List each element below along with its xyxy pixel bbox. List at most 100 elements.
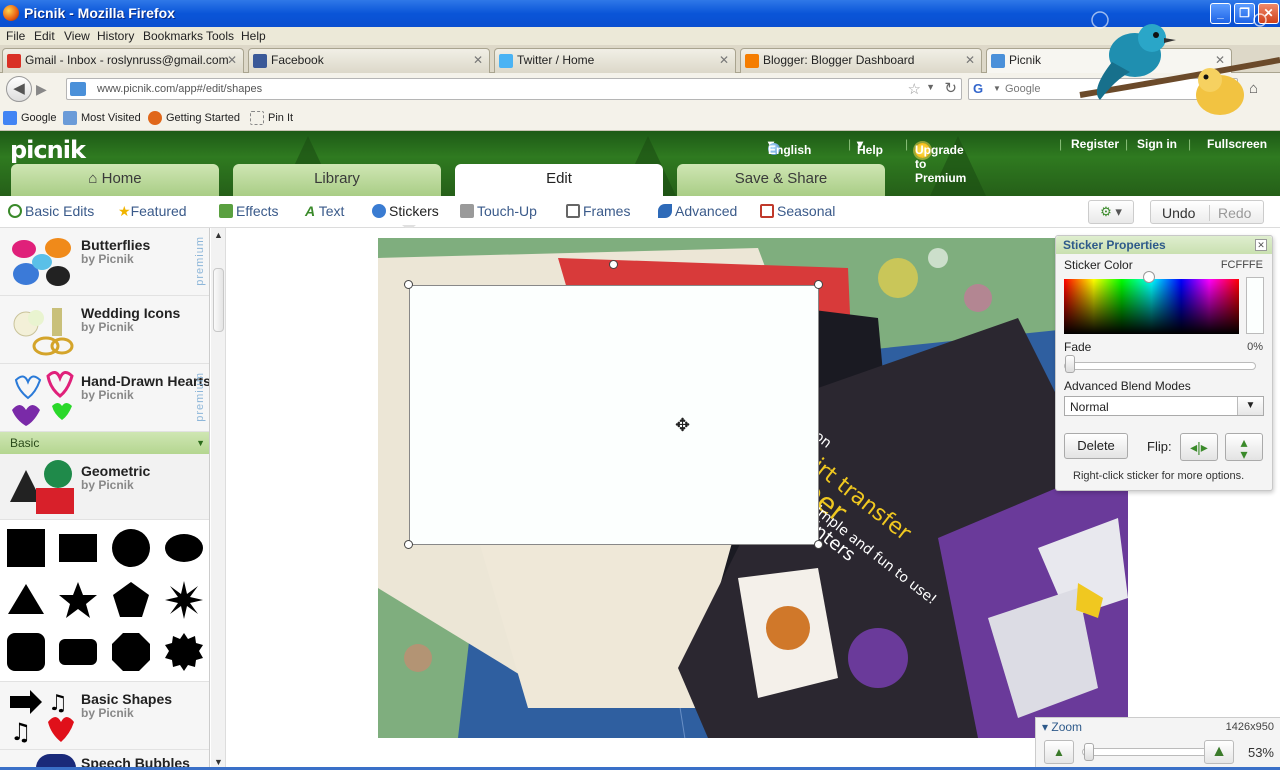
sticker-pack-hand-drawn-hearts[interactable]: Hand-Drawn Hearts! by Picnik premium (0, 364, 209, 432)
home-icon[interactable]: ⌂ (1249, 80, 1258, 97)
url-dropdown-icon[interactable]: ▼ (926, 82, 935, 92)
redo-button[interactable]: Redo (1209, 205, 1251, 221)
square-shape[interactable] (6, 528, 46, 568)
tab-blogger[interactable]: Blogger: Blogger Dashboard ✕ (740, 48, 982, 73)
tab-close-icon[interactable]: ✕ (719, 49, 729, 71)
scroll-up-arrow-icon[interactable]: ▲ (214, 230, 223, 240)
resize-handle[interactable] (814, 540, 823, 549)
scroll-down-arrow-icon[interactable]: ▼ (214, 757, 223, 767)
picnik-logo[interactable]: picnik (10, 136, 86, 164)
triangle-shape[interactable] (6, 580, 46, 620)
search-icon[interactable]: ⚲ (1221, 80, 1231, 97)
tab-library[interactable]: Library (233, 164, 441, 196)
minimize-button[interactable]: _ (1210, 3, 1231, 24)
back-button[interactable]: ◀ (6, 76, 32, 102)
tab-gmail[interactable]: Gmail - Inbox - roslynruss@gmail.com ✕ (2, 48, 244, 73)
starburst-shape[interactable] (164, 580, 204, 620)
subnav-touch-up[interactable]: Touch-Up (460, 203, 537, 219)
help-menu[interactable]: Help ▾ (857, 137, 883, 157)
zoom-label[interactable]: ▾ Zoom (1042, 720, 1082, 734)
subnav-frames[interactable]: Frames (566, 203, 630, 219)
menu-edit[interactable]: Edit (34, 29, 55, 43)
tab-close-icon[interactable]: ✕ (227, 49, 237, 71)
tab-save-share[interactable]: Save & Share (677, 164, 885, 196)
tab-close-icon[interactable]: ✕ (1215, 49, 1225, 71)
tab-close-icon[interactable]: ✕ (965, 49, 975, 71)
subnav-featured[interactable]: ★Featured (118, 203, 187, 220)
search-bar[interactable]: G ▼ Google ⚲ (968, 78, 1238, 100)
color-spectrum-picker[interactable] (1064, 279, 1239, 334)
zoom-out-button[interactable]: ▲ (1044, 740, 1074, 764)
sticker-pack-butterflies[interactable]: Butterflies by Picnik premium (0, 228, 209, 296)
menu-file[interactable]: File (6, 29, 25, 43)
color-swatch[interactable] (1246, 277, 1264, 334)
menu-history[interactable]: History (97, 29, 134, 43)
fade-slider-knob[interactable] (1065, 355, 1075, 373)
tab-close-icon[interactable]: ✕ (473, 49, 483, 71)
menu-help[interactable]: Help (241, 29, 266, 43)
octagon-shape[interactable] (111, 632, 151, 672)
tab-picnik[interactable]: Picnik ✕ (986, 48, 1232, 74)
bookmark-star-icon[interactable]: ☆ (908, 80, 921, 98)
rotate-handle[interactable] (609, 260, 618, 269)
url-bar[interactable]: www.picnik.com/app#/edit/shapes ☆ ▼ ↻ (66, 78, 962, 100)
section-basic-header[interactable]: Basic ▼ (0, 432, 209, 454)
tab-facebook[interactable]: Facebook ✕ (248, 48, 490, 73)
selected-sticker-rectangle[interactable] (409, 285, 819, 545)
collapse-arrow-icon[interactable]: ▼ (196, 432, 205, 454)
search-engine-dropdown-icon[interactable]: ▼ (993, 84, 1001, 93)
subnav-text[interactable]: A Text (305, 203, 344, 219)
tab-twitter[interactable]: Twitter / Home ✕ (494, 48, 736, 73)
language-menu[interactable]: English ▾ (768, 137, 811, 157)
scrollbar-thumb[interactable] (213, 268, 224, 332)
subnav-seasonal[interactable]: Seasonal (760, 203, 835, 219)
close-panel-icon[interactable]: ✕ (1255, 239, 1267, 251)
site-identity-icon[interactable] (70, 82, 86, 96)
sticker-pack-basic-shapes[interactable]: ♫ ♫ Basic Shapes by Picnik (0, 682, 209, 750)
pentagon-shape[interactable] (111, 580, 151, 620)
register-link[interactable]: Register (1071, 137, 1119, 151)
delete-button[interactable]: Delete (1064, 433, 1128, 459)
subnav-stickers[interactable]: Stickers (372, 203, 439, 219)
subnav-effects[interactable]: Effects (219, 203, 279, 219)
settings-button[interactable]: ⚙ ▾ (1088, 200, 1134, 224)
flip-horizontal-button[interactable]: ◂|▸ (1180, 433, 1218, 461)
rounded-rectangle-shape[interactable] (58, 632, 98, 672)
google-search-engine-icon[interactable]: G (973, 81, 983, 96)
circle-shape[interactable] (111, 528, 151, 568)
tab-home[interactable]: ⌂ Home (11, 164, 219, 196)
bookmark-google[interactable]: Google (3, 111, 56, 125)
ellipse-shape[interactable] (164, 528, 204, 568)
sticker-pack-wedding-icons[interactable]: Wedding Icons by Picnik (0, 296, 209, 364)
menu-bookmarks[interactable]: Bookmarks (143, 29, 203, 43)
zoom-slider-knob[interactable] (1084, 743, 1094, 761)
panel-header[interactable]: Sticker Properties (1056, 236, 1272, 254)
menu-view[interactable]: View (64, 29, 90, 43)
sticker-pack-geometric[interactable]: Geometric by Picnik (0, 454, 209, 520)
menu-tools[interactable]: Tools (206, 29, 234, 43)
resize-handle[interactable] (814, 280, 823, 289)
color-picker-knob[interactable] (1143, 271, 1155, 283)
subnav-basic-edits[interactable]: Basic Edits (8, 203, 94, 219)
tab-edit[interactable]: Edit (455, 164, 663, 196)
resize-handle[interactable] (404, 540, 413, 549)
maximize-button[interactable]: ❐ (1234, 3, 1255, 24)
seal-shape[interactable] (164, 632, 204, 672)
zoom-slider-track[interactable] (1082, 748, 1210, 756)
undo-button[interactable]: Undo (1162, 205, 1195, 221)
subnav-advanced[interactable]: Advanced (658, 203, 737, 219)
chevron-down-icon[interactable]: ▼ (1237, 397, 1263, 415)
fullscreen-link[interactable]: Fullscreen (1207, 137, 1267, 151)
close-window-button[interactable]: ✕ (1258, 3, 1279, 24)
flip-vertical-button[interactable]: ▴ ▾ (1225, 433, 1263, 461)
star-shape[interactable] (58, 580, 98, 620)
bookmark-getting-started[interactable]: Getting Started (148, 111, 240, 125)
zoom-in-button[interactable]: ▲ (1204, 740, 1234, 764)
color-hex-value[interactable]: FCFFFE (1221, 259, 1263, 271)
blend-mode-select[interactable]: Normal ▼ (1064, 396, 1264, 416)
reload-icon[interactable]: ↻ (944, 79, 957, 97)
fade-slider-track[interactable] (1064, 362, 1256, 370)
rectangle-shape[interactable] (58, 528, 98, 568)
sticker-list-scrollbar[interactable]: ▲ ▼ (211, 228, 226, 770)
forward-button[interactable]: ▶ (36, 81, 47, 98)
